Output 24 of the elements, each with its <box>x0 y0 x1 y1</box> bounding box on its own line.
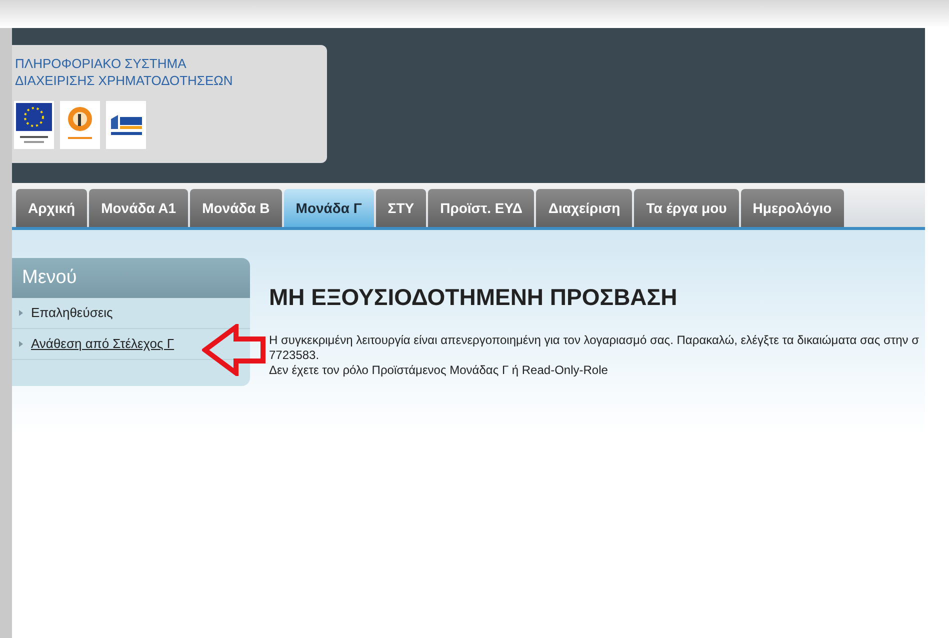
espa-logo-icon <box>106 101 146 149</box>
message-text: Η συγκεκριμένη λειτουργία είναι απενεργοποιημένη για τον λογαριασμό σας. Παρακαλώ, ελέγξτε τα δικαιώματα σας στην σ <box>269 332 919 348</box>
system-title: ΠΛΗΡΟΦΟΡΙΑΚΟ ΣΥΣΤΗΜΑ <box>14 55 188 72</box>
nav-tab[interactable]: Προϊστ. ΕΥΔ <box>428 189 534 227</box>
bullet-icon <box>19 341 23 347</box>
menu-title: Μενού <box>12 258 250 298</box>
nav-tab[interactable]: Διαχείριση <box>536 189 632 227</box>
bullet-icon <box>19 310 23 316</box>
page-heading: ΜΗ ΕΞΟΥΣΙΟΔΟΤΗΜΕΝΗ ΠΡΟΣΒΑΣΗ <box>269 283 678 312</box>
person-logo-icon <box>60 101 100 149</box>
nav-tab[interactable]: Μονάδα Α1 <box>89 189 188 227</box>
system-title: ΔΙΑΧΕΙΡΙΣΗΣ ΧΡΗΜΑΤΟΔΟΤΗΣΕΩΝ <box>14 72 234 89</box>
flag-icon <box>14 101 54 149</box>
nav-tab[interactable]: Μονάδα Β <box>190 189 282 227</box>
nav-tab[interactable]: ΣΤΥ <box>376 189 426 227</box>
menu-item[interactable]: Επαληθεύσεις <box>31 303 113 323</box>
nav-tab[interactable]: Μονάδα Γ <box>284 189 374 227</box>
message-text: 7723583. <box>269 348 320 362</box>
arrow-icon <box>202 324 266 376</box>
nav-tab[interactable]: Αρχική <box>16 189 88 227</box>
menu-link[interactable]: Ανάθεση από Στέλεχος Γ <box>31 334 174 354</box>
message-text: Δεν έχετε τον ρόλο Προϊστάμενος Μονάδας Γ ή Read-Only-Role <box>269 362 609 378</box>
nav-tab[interactable]: Τα έργα μου <box>634 189 739 227</box>
nav-tab[interactable]: Ημερολόγιο <box>740 189 844 227</box>
